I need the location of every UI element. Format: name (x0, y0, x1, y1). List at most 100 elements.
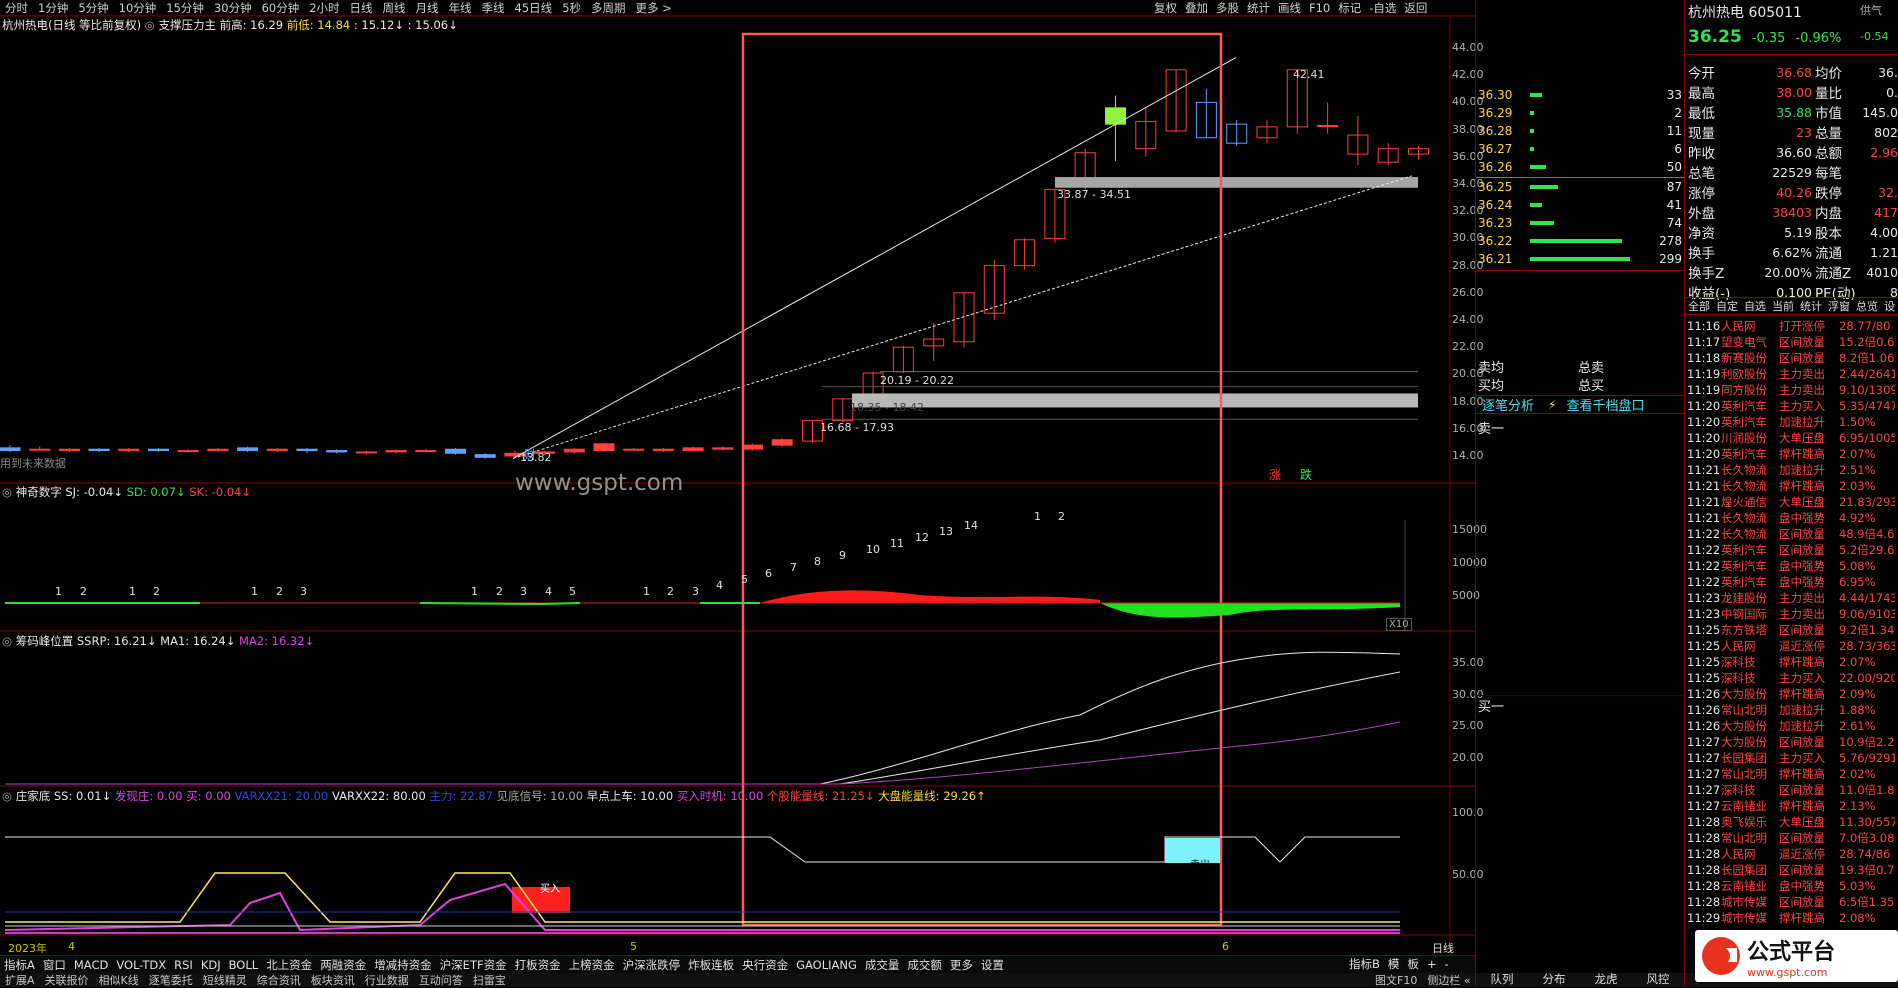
panel4-name[interactable]: 庄家底 (16, 789, 51, 803)
feed-item[interactable]: 11:21 长久物流 加速拉升 2.51% (1685, 462, 1898, 478)
feed-item[interactable]: 11:28 城市传媒 区间放量 6.5倍1.35 (1685, 894, 1898, 910)
indicator-right-3[interactable]: + (1427, 957, 1437, 971)
extended-right-0[interactable]: 图文F10 (1375, 972, 1417, 988)
extended-tab-9[interactable]: 扫雷宝 (473, 973, 506, 987)
indicator-tab-15[interactable]: 央行资金 (742, 957, 788, 973)
limit-down-marker[interactable]: 跌 (1300, 466, 1312, 483)
feed-item[interactable]: 11:22 英利汽车 盘中强势 5.08% (1685, 558, 1898, 574)
indicator-tab-17[interactable]: 成交量 (865, 957, 900, 973)
extended-tab-1[interactable]: 关联报价 (45, 973, 89, 987)
feed-item[interactable]: 11:17望变电气区间放量 15.2倍0.66 (1685, 334, 1898, 350)
feed-item[interactable]: 11:27 大为股份 区间放量 10.9倍2.2 (1685, 734, 1898, 750)
indicator-right-4[interactable]: - (1445, 957, 1449, 971)
panel-toggle-icon[interactable]: ◎ (2, 485, 12, 499)
feed-tab-4[interactable]: 统计 (1800, 298, 1822, 314)
feed-item[interactable]: 11:29 城市传媒 撑杆跳高 2.08% (1685, 910, 1898, 926)
indicator-tab-13[interactable]: 沪深涨跌停 (623, 957, 681, 973)
feed-tab-7[interactable]: 设 (1884, 298, 1895, 314)
panel2-name[interactable]: 神奇数字 (16, 485, 62, 499)
order-book-row[interactable]: 36.27 6 (1476, 140, 1684, 158)
feed-item[interactable]: 11:25 深科技 撑杆跳高 2.07% (1685, 654, 1898, 670)
feed-item[interactable]: 11:21 长久物流 撑杆跳高 2.03% (1685, 478, 1898, 494)
limit-up-marker[interactable]: 涨 (1269, 466, 1281, 483)
indicator-tab-8[interactable]: 两融资金 (320, 957, 366, 973)
panel-toggle-icon[interactable]: ◎ (2, 634, 12, 648)
feed-item[interactable]: 11:27 云南锗业 撑杆跳高 2.13% (1685, 798, 1898, 814)
feed-tab-5[interactable]: 浮窗 (1828, 298, 1850, 314)
order-book-row[interactable]: 36.23 74 (1476, 214, 1684, 232)
indicator-tab-19[interactable]: 更多 (950, 957, 973, 973)
order-book-row[interactable]: 36.25 87 (1476, 178, 1684, 196)
extended-right-1[interactable]: 侧边栏 « (1427, 972, 1470, 988)
period-indicator[interactable]: 日线 (1432, 940, 1454, 956)
indicator-tab-16[interactable]: GAOLIANG (796, 958, 857, 972)
extended-tab-0[interactable]: 扩展A (5, 973, 35, 987)
panel-toggle-icon[interactable]: ◎ (2, 789, 12, 803)
thousand-level-link[interactable]: 查看千档盘口 (1566, 395, 1644, 414)
extended-tab-8[interactable]: 互动问答 (419, 973, 463, 987)
feed-item[interactable]: 11:18新赛股份区间放量 8.2倍1.06% (1685, 350, 1898, 366)
extended-tab-6[interactable]: 板块资讯 (311, 973, 355, 987)
feed-item[interactable]: 11:28 云南锗业 盘中强势 5.03% (1685, 878, 1898, 894)
panel3-name[interactable]: 筹码峰位置 (16, 634, 74, 648)
indicator-tab-18[interactable]: 成交额 (907, 957, 942, 973)
bottom-tab-3[interactable]: 风控 (1632, 971, 1684, 987)
tick-analysis-link[interactable]: 逐笔分析 (1482, 395, 1534, 414)
indicator-tab-10[interactable]: 沪深ETF资金 (440, 957, 507, 973)
feed-tab-2[interactable]: 自选 (1744, 298, 1766, 314)
feed-item[interactable]: 11:25 深科技 主力买入 22.00/920 (1685, 670, 1898, 686)
feed-item[interactable]: 11:26 常山北明 加速拉升 1.88% (1685, 702, 1898, 718)
indicator-right-0[interactable]: 指标B (1349, 956, 1380, 972)
feed-item[interactable]: 11:21 煌火通信 大单压盘 21.83/293 (1685, 494, 1898, 510)
feed-item[interactable]: 11:20 川润股份 大单压盘 6.95/1005 (1685, 430, 1898, 446)
indicator-tab-14[interactable]: 炸板连板 (688, 957, 734, 973)
feed-item[interactable]: 11:20 英利汽车 撑杆跳高 2.07% (1685, 446, 1898, 462)
feed-item[interactable]: 11:16 人民网 打开涨停 28.77/80 (1685, 318, 1898, 334)
indicator-tab-3[interactable]: VOL-TDX (116, 958, 166, 972)
extended-tab-2[interactable]: 相似K线 (99, 973, 139, 987)
extended-tab-4[interactable]: 短线精灵 (203, 973, 247, 987)
extended-tab-7[interactable]: 行业数据 (365, 973, 409, 987)
feed-tab-1[interactable]: 自定 (1716, 298, 1738, 314)
indicator-right-2[interactable]: 板 (1407, 956, 1419, 972)
order-book-row[interactable]: 36.28 11 (1476, 122, 1684, 140)
order-book-row[interactable]: 36.29 2 (1476, 104, 1684, 122)
feed-item[interactable]: 11:26 大为股份 撑杆跳高 2.09% (1685, 686, 1898, 702)
feed-item[interactable]: 11:23 龙建股份 主力卖出 4.44/1743 (1685, 590, 1898, 606)
bottom-tab-2[interactable]: 龙虎 (1580, 971, 1632, 987)
indicator-tab-20[interactable]: 设置 (981, 957, 1004, 973)
bottom-tab-0[interactable]: 队列 (1476, 971, 1528, 987)
feed-item[interactable]: 11:23 中钢国际 主力卖出 9.06/9103 (1685, 606, 1898, 622)
indicator-tab-9[interactable]: 增减持资金 (374, 957, 432, 973)
order-book-row[interactable]: 36.30 33 (1476, 86, 1684, 104)
indicator-tab-6[interactable]: BOLL (229, 958, 259, 972)
indicator-tab-7[interactable]: 北上资金 (266, 957, 312, 973)
order-book-row[interactable]: 36.22 278 (1476, 232, 1684, 250)
feed-item[interactable]: 11:28 奥飞娱乐 大单压盘 11.30/557 (1685, 814, 1898, 830)
feed-item[interactable]: 11:25 东方铁塔 区间放量 9.2倍1.34 (1685, 622, 1898, 638)
feed-item[interactable]: 11:27 常山北明 撑杆跳高 2.02% (1685, 766, 1898, 782)
feed-item[interactable]: 11:27 长园集团 主力买入 5.76/9291 (1685, 750, 1898, 766)
feed-item[interactable]: 11:21 长久物流 盘中强势 4.92% (1685, 510, 1898, 526)
order-book-row[interactable]: 36.24 41 (1476, 196, 1684, 214)
feed-item[interactable]: 11:26 大为股份 加速拉升 2.61% (1685, 718, 1898, 734)
bottom-tab-1[interactable]: 分布 (1528, 971, 1580, 987)
indicator-tab-11[interactable]: 打板资金 (515, 957, 561, 973)
feed-item[interactable]: 11:22 英利汽车 盘中强势 6.95% (1685, 574, 1898, 590)
indicator-right-1[interactable]: 模 (1388, 956, 1400, 972)
extended-tab-5[interactable]: 综合资讯 (257, 973, 301, 987)
feed-tab-3[interactable]: 当前 (1772, 298, 1794, 314)
indicator-tab-5[interactable]: KDJ (201, 958, 221, 972)
feed-item[interactable]: 11:25 人民网 逼近涨停 28.73/363 (1685, 638, 1898, 654)
order-book-row[interactable]: 36.21 299 (1476, 250, 1684, 268)
indicator-tab-2[interactable]: MACD (74, 958, 108, 972)
indicator-tab-12[interactable]: 上榜资金 (569, 957, 615, 973)
feed-tab-6[interactable]: 总览 (1856, 298, 1878, 314)
feed-tab-0[interactable]: 全部 (1688, 298, 1710, 314)
feed-item[interactable]: 11:19 利欧股份 主力卖出 2.44/2641 (1685, 366, 1898, 382)
feed-item[interactable]: 11:22长久物流区间放量 48.9倍4.61 (1685, 526, 1898, 542)
feed-item[interactable]: 11:28长园集团区间放量 19.3倍0.73 (1685, 862, 1898, 878)
indicator-tab-0[interactable]: 指标A (4, 957, 35, 973)
extended-tab-3[interactable]: 逐笔委托 (149, 973, 193, 987)
feed-item[interactable]: 11:28 常山北明 区间放量 7.0倍3.08 (1685, 830, 1898, 846)
